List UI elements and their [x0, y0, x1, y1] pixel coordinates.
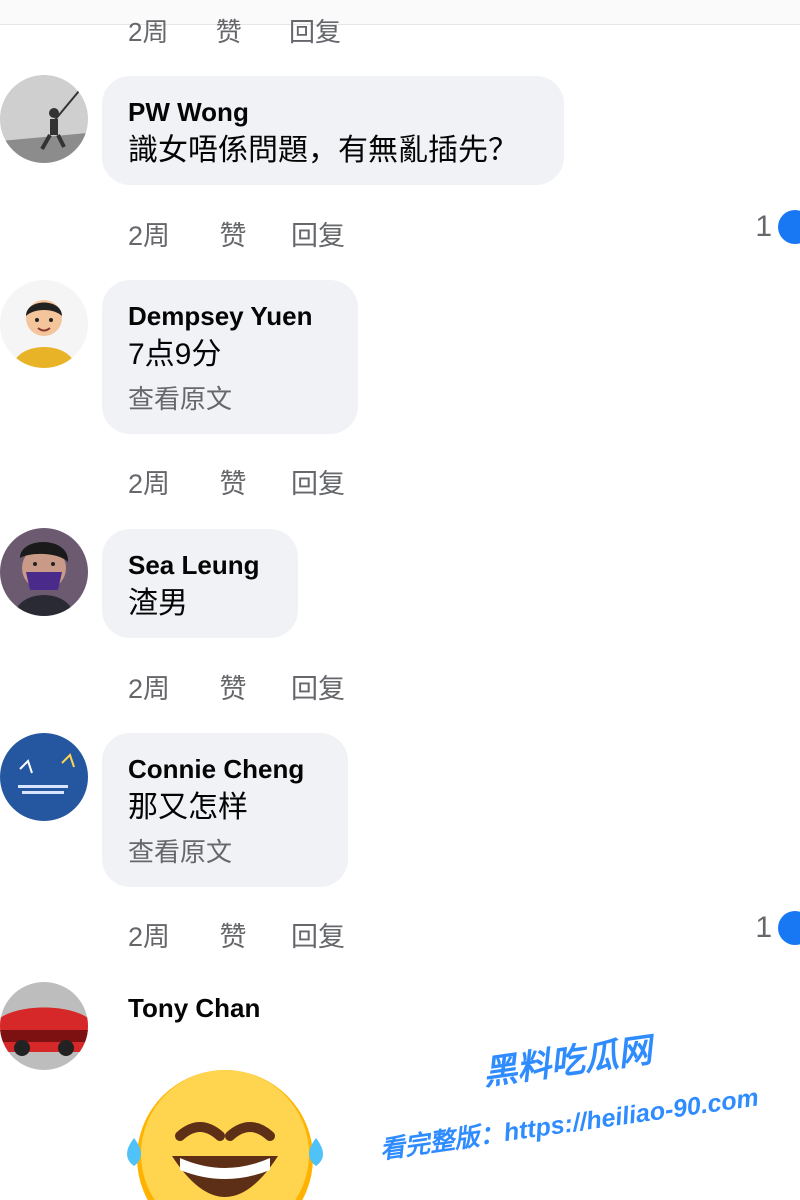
cartoon-boy-avatar-icon — [0, 280, 88, 368]
comment-header-5: Tony Chan — [128, 992, 260, 1024]
fisherman-avatar-icon — [0, 75, 88, 163]
reply-button[interactable]: 回复 — [291, 667, 345, 706]
comment-actions-3: 2周 赞 回复 — [128, 667, 345, 706]
comment-bubble-2[interactable]: Dempsey Yuen 7点9分 查看原文 — [102, 280, 358, 434]
previous-comment-actions: 2周 赞 回复 — [128, 12, 381, 49]
previous-like-button[interactable]: 赞 — [216, 12, 242, 49]
like-count-1[interactable]: 1 — [755, 210, 800, 244]
comment-author[interactable]: Tony Chan — [128, 992, 260, 1024]
like-button[interactable]: 赞 — [220, 915, 284, 954]
comment-author[interactable]: Connie Cheng — [128, 753, 322, 785]
comment-actions-4: 2周 赞 回复 — [128, 915, 345, 954]
comment-text: 渣男 — [128, 587, 188, 620]
comment-author[interactable]: PW Wong — [128, 96, 538, 128]
top-bar — [0, 0, 800, 25]
red-car-avatar-icon — [0, 982, 88, 1070]
like-count: 1 — [755, 210, 772, 243]
comment-time: 2周 — [128, 674, 171, 704]
comment-time: 2周 — [128, 922, 171, 952]
previous-comment-time: 2周 — [128, 17, 169, 47]
avatar-dempsey-yuen[interactable] — [0, 280, 88, 368]
avatar-sea-leung[interactable] — [0, 528, 88, 616]
comment-bubble-3[interactable]: Sea Leung 渣男 — [102, 529, 298, 638]
previous-reply-button[interactable]: 回复 — [289, 12, 341, 49]
reply-button[interactable]: 回复 — [291, 214, 345, 253]
comment-actions-2: 2周 赞 回复 — [128, 462, 345, 501]
see-original-link[interactable]: 查看原文 — [128, 382, 332, 416]
comment-time: 2周 — [128, 221, 171, 251]
watermark-title: 黑料吃瓜网 — [480, 1031, 655, 1093]
avatar-pw-wong[interactable] — [0, 75, 88, 163]
like-count: 1 — [755, 911, 772, 944]
comment-author[interactable]: Sea Leung — [128, 549, 272, 581]
see-original-link[interactable]: 查看原文 — [128, 835, 322, 869]
thumbs-up-icon — [778, 911, 800, 945]
reply-button[interactable]: 回复 — [291, 915, 345, 954]
reply-button[interactable]: 回复 — [291, 462, 345, 501]
thumbs-up-icon — [778, 210, 800, 244]
watermark-url: 看完整版：https://heiliao-90.com — [378, 1083, 761, 1165]
like-button[interactable]: 赞 — [220, 462, 284, 501]
comment-bubble-1[interactable]: PW Wong 識女唔係問題，有無亂插先？ — [102, 76, 564, 185]
comment-text: 識女唔係問題，有無亂插先？ — [128, 134, 518, 167]
comment-bubble-4[interactable]: Connie Cheng 那又怎样 查看原文 — [102, 733, 348, 887]
avatar-tony-chan[interactable] — [0, 982, 88, 1070]
avatar-connie-cheng[interactable] — [0, 733, 88, 821]
comment-time: 2周 — [128, 469, 171, 499]
blue-poster-avatar-icon — [0, 733, 88, 821]
like-button[interactable]: 赞 — [220, 667, 284, 706]
comment-actions-1: 2周 赞 回复 — [128, 214, 345, 253]
comment-text: 那又怎样 — [128, 791, 248, 824]
masked-person-avatar-icon — [0, 528, 88, 616]
comment-text: 7点9分 — [128, 338, 222, 371]
laughing-tears-emoji-icon — [110, 1058, 340, 1200]
like-count-4[interactable]: 1 — [755, 911, 800, 945]
comment-author[interactable]: Dempsey Yuen — [128, 300, 332, 332]
like-button[interactable]: 赞 — [220, 214, 284, 253]
